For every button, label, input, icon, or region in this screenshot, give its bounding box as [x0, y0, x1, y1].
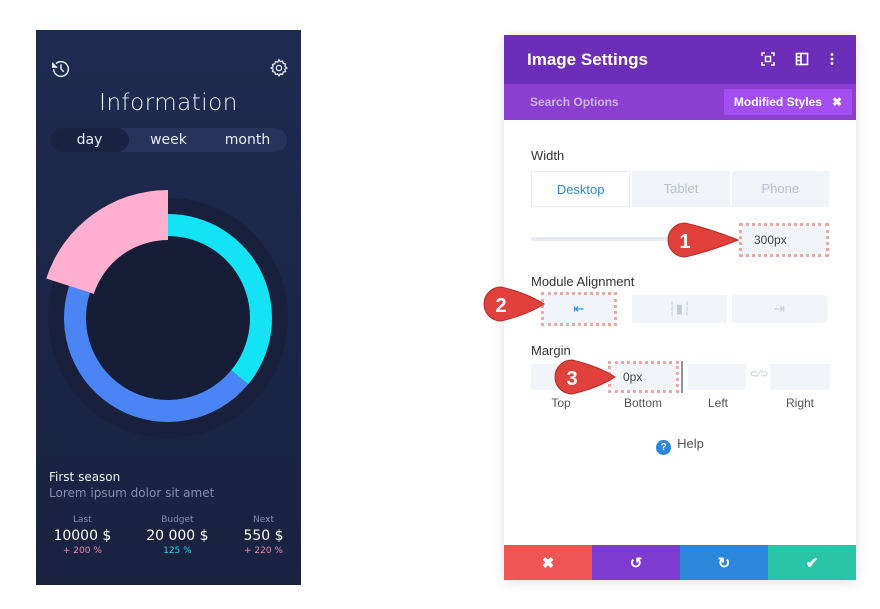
margin-bottom-label: Bottom	[623, 396, 662, 410]
history-icon[interactable]	[50, 58, 72, 80]
redo-icon: ↻	[717, 554, 731, 572]
undo-icon: ↺	[629, 554, 643, 572]
redo-button[interactable]: ↻	[680, 545, 768, 580]
stat-value: 20 000 $	[146, 528, 209, 544]
stat-budget: Budget 20 000 $ 125 %	[146, 515, 208, 556]
save-button[interactable]: ✔	[768, 545, 856, 580]
annotation-number: 1	[679, 231, 690, 253]
stat-next: Next 550 $ + 220 %	[243, 515, 283, 556]
stat-label: Budget	[161, 515, 194, 525]
season-title: First season	[49, 470, 121, 484]
link-icon[interactable]: ⊂⁄⊃	[750, 369, 768, 380]
period-selector: day week month	[50, 128, 287, 152]
device-tabs: Desktop Tablet Phone	[531, 171, 831, 207]
annotation-badge-2: 2	[483, 286, 545, 322]
stat-change: + 220 %	[243, 546, 283, 556]
stat-change: + 200 %	[62, 546, 102, 556]
season-description: Lorem ipsum dolor sit amet	[49, 486, 215, 500]
donut-chart	[46, 190, 288, 438]
check-icon: ✔	[805, 554, 819, 572]
period-week[interactable]: week	[129, 128, 208, 152]
cancel-button[interactable]: ✖	[504, 545, 592, 580]
period-day[interactable]: day	[50, 128, 129, 152]
panel-title: Image Settings	[527, 50, 648, 69]
stat-value: 10000 $	[53, 528, 112, 544]
margin-right-label: Right	[785, 396, 814, 410]
phone-mockup: Information day week month First season …	[36, 30, 301, 585]
stat-last: Last 10000 $ + 200 %	[53, 515, 111, 556]
search-options[interactable]: Search Options	[530, 95, 619, 109]
width-slider[interactable]	[531, 237, 671, 241]
stats-row: Last 10000 $ + 200 % Budget 20 000 $ 125…	[36, 515, 301, 556]
page-title: Information	[99, 90, 238, 116]
margin-left-label: Left	[707, 396, 728, 410]
panel-subheader: Search Options Modified Styles ✖	[504, 84, 856, 120]
margin-label: Margin	[531, 343, 571, 358]
panel-footer: ✖ ↺ ↻ ✔	[504, 545, 856, 580]
stat-label: Next	[253, 515, 274, 525]
tab-tablet[interactable]: Tablet	[632, 171, 730, 207]
help-icon: ?	[656, 440, 672, 455]
margin-divider	[681, 361, 683, 393]
annotation-number: 3	[566, 368, 577, 390]
align-right-button[interactable]: ⇥	[732, 295, 827, 323]
help-link[interactable]: ? Help	[504, 436, 856, 455]
sidebar-layout-icon[interactable]	[795, 52, 809, 66]
gear-icon[interactable]	[269, 58, 289, 78]
align-center-icon: ┆▮┆	[668, 301, 691, 316]
annotation-number: 2	[495, 295, 506, 317]
margin-right-input[interactable]	[770, 364, 830, 390]
panel-header: Image Settings	[504, 35, 856, 84]
tab-desktop[interactable]: Desktop	[531, 171, 631, 207]
period-month[interactable]: month	[208, 128, 287, 152]
align-right-icon: ⇥	[774, 301, 785, 316]
annotation-badge-3: 3	[554, 359, 616, 395]
modified-styles-label: Modified Styles	[733, 95, 822, 109]
help-label: Help	[677, 436, 704, 451]
stat-label: Last	[73, 515, 92, 525]
width-label: Width	[531, 148, 565, 163]
align-left-icon: ⇤	[573, 301, 585, 316]
more-vertical-icon[interactable]	[825, 52, 839, 66]
width-input[interactable]: 300px	[739, 223, 829, 257]
align-center-button[interactable]: ┆▮┆	[632, 295, 727, 323]
close-icon[interactable]: ✖	[832, 95, 842, 109]
margin-left-input[interactable]	[688, 364, 746, 390]
undo-button[interactable]: ↺	[592, 545, 680, 580]
annotation-badge-1: 1	[667, 222, 740, 258]
tab-phone[interactable]: Phone	[731, 171, 829, 207]
modified-styles-filter[interactable]: Modified Styles ✖	[723, 89, 852, 115]
expand-icon[interactable]	[761, 52, 775, 66]
stat-change: 125 %	[163, 546, 192, 556]
stat-value: 550 $	[243, 528, 284, 544]
margin-top-label: Top	[551, 396, 571, 410]
close-icon: ✖	[541, 554, 555, 572]
